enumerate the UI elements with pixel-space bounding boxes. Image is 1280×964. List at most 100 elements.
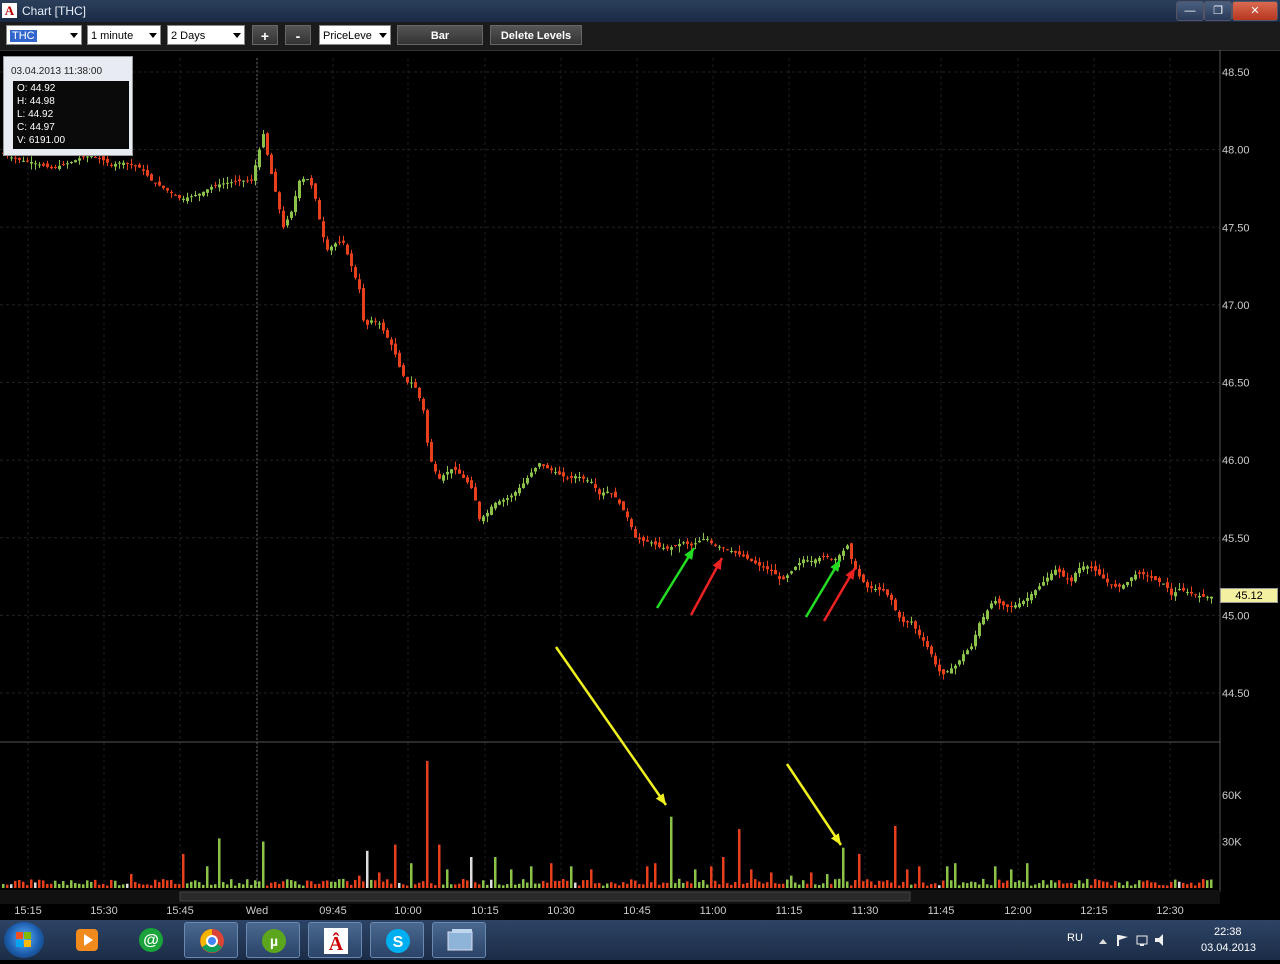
zoom-out-button[interactable]: -: [285, 25, 311, 45]
zoom-in-button[interactable]: +: [252, 25, 278, 45]
chrome-taskbar[interactable]: [184, 922, 238, 958]
candle-body: [662, 547, 665, 549]
volume-bar: [206, 866, 209, 888]
candle-body: [146, 169, 149, 176]
candle-body: [238, 179, 241, 181]
media-player-taskbar[interactable]: [60, 922, 114, 958]
volume-bar: [74, 883, 77, 888]
candle-body: [354, 267, 357, 278]
candle-body: [170, 191, 173, 194]
interval-select[interactable]: 1 minute: [87, 25, 161, 45]
volume-bar: [1030, 885, 1033, 888]
clock-date[interactable]: 03.04.2013: [1201, 942, 1256, 954]
tooltip-low: L: 44.92: [17, 109, 54, 120]
bar-button[interactable]: Bar: [397, 25, 483, 45]
candle-body: [918, 629, 921, 636]
windows-explorer-taskbar[interactable]: [432, 922, 486, 958]
mail-agent-taskbar[interactable]: @: [124, 922, 178, 958]
candle-body: [826, 555, 829, 558]
candle-body: [938, 664, 941, 672]
volume-bar: [290, 880, 293, 888]
clock-time[interactable]: 22:38: [1214, 926, 1242, 938]
volume-bar: [438, 844, 441, 888]
volume-bar: [854, 880, 857, 888]
range-select[interactable]: 2 Days: [167, 25, 245, 45]
volume-bar: [954, 863, 957, 888]
candle-body: [462, 474, 465, 478]
volume-bar: [966, 883, 969, 888]
trading-app-taskbar[interactable]: Â: [308, 922, 362, 958]
candle-body: [710, 540, 713, 544]
candle-body: [670, 547, 673, 550]
volume-bar: [790, 875, 793, 888]
price-tick-label: 45.50: [1222, 533, 1250, 545]
close-button[interactable]: ✕: [1232, 1, 1278, 21]
volume-axis-ticks: 60K 30K: [1222, 790, 1242, 849]
green-arrow: [655, 547, 696, 609]
chevron-down-icon: [149, 33, 157, 38]
candle-body: [86, 156, 89, 158]
volume-bar: [614, 883, 617, 888]
price-tick-label: 47.50: [1222, 222, 1250, 234]
candle-body: [1142, 571, 1145, 575]
volume-bar: [1206, 880, 1209, 888]
volume-bar: [262, 841, 265, 888]
candle-body: [970, 646, 973, 650]
volume-bar: [82, 884, 85, 888]
candle-body: [30, 162, 33, 164]
candle-body: [758, 562, 761, 566]
restore-button[interactable]: ❐: [1204, 1, 1232, 21]
minimize-button[interactable]: —: [1176, 1, 1204, 21]
candle-body: [1106, 578, 1109, 583]
candle-body: [1186, 592, 1189, 594]
candle-body: [266, 133, 269, 155]
volume-bar: [806, 883, 809, 888]
volume-bar: [930, 884, 933, 888]
volume-bar: [1178, 881, 1181, 888]
volume-bar: [418, 882, 421, 888]
volume-bar: [554, 880, 557, 888]
study-select[interactable]: PriceLeve: [319, 25, 391, 45]
volume-bar: [394, 844, 397, 888]
candle-body: [694, 543, 697, 545]
start-button[interactable]: [4, 922, 44, 958]
utorrent-taskbar[interactable]: µ: [246, 922, 300, 958]
volume-bar: [638, 884, 641, 888]
volume-bar: [974, 882, 977, 888]
delete-levels-button[interactable]: Delete Levels: [490, 25, 582, 45]
candle-body: [542, 464, 545, 466]
skype-taskbar[interactable]: S: [370, 922, 424, 958]
volume-bar: [846, 881, 849, 888]
candle-body: [614, 491, 617, 498]
volume-bar: [474, 882, 477, 888]
volume-bar: [254, 880, 257, 888]
volume-bar: [994, 866, 997, 888]
chart-grid: [0, 58, 1220, 888]
volume-bar: [406, 885, 409, 888]
volume-bar: [574, 882, 577, 888]
candle-body: [582, 476, 585, 479]
time-scrollbar-thumb[interactable]: [179, 891, 911, 902]
volume-bar: [238, 883, 241, 888]
symbol-select[interactable]: THC: [6, 25, 82, 45]
candle-body: [722, 547, 725, 549]
candle-body: [650, 542, 653, 544]
tooltip-high: H: 44.98: [17, 96, 55, 107]
price-chart[interactable]: 48.50 48.00 47.50 47.00 46.50 46.00 45.50 45.00…: [0, 50, 1280, 920]
volume-bar: [718, 884, 721, 888]
candle-body: [58, 165, 61, 169]
yellow-arrow: [785, 763, 843, 846]
candle-body: [718, 546, 721, 548]
candle-body: [310, 177, 313, 186]
candle-body: [162, 185, 165, 189]
candle-body: [426, 410, 429, 443]
volume-bar: [1074, 883, 1077, 888]
volume-bar: [626, 883, 629, 888]
language-indicator[interactable]: RU: [1067, 932, 1083, 944]
candle-body: [470, 480, 473, 489]
candle-body: [1118, 584, 1121, 587]
candle-body: [338, 241, 341, 243]
volume-bar: [970, 881, 973, 888]
svg-text:µ: µ: [270, 933, 278, 949]
annotation-arrows: [554, 547, 857, 846]
